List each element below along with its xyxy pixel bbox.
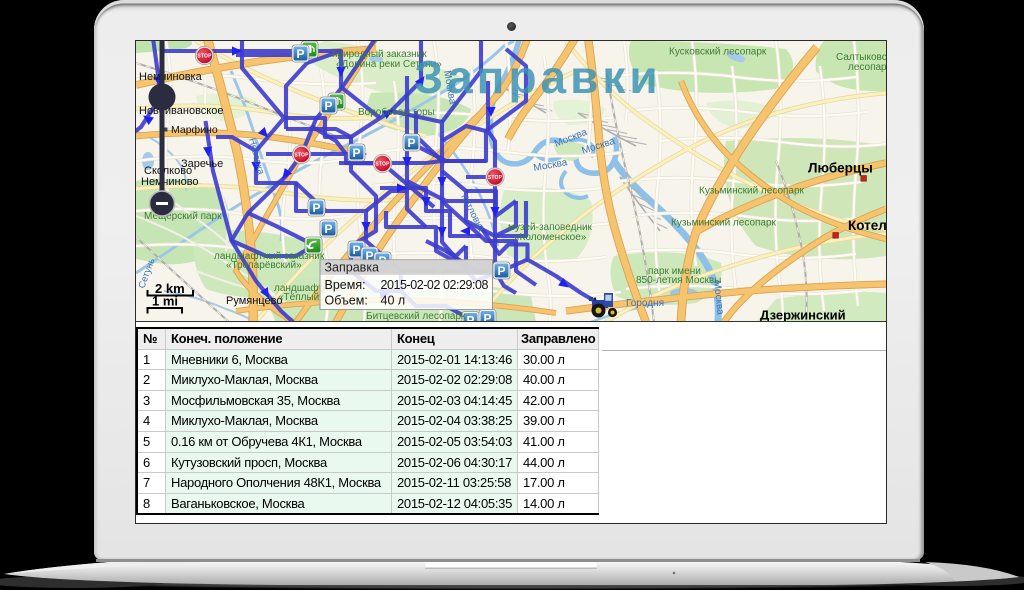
svg-text:1 mi: 1 mi [152, 294, 178, 309]
svg-text:P: P [324, 99, 332, 113]
svg-text:Объем:: Объем: [325, 294, 368, 308]
svg-text:«Тропарёвский»: «Тропарёвский» [226, 260, 302, 271]
svg-text:Кузьминский лесопарк: Кузьминский лесопарк [699, 186, 805, 197]
svg-text:P: P [466, 314, 474, 323]
svg-text:Люберцы: Люберцы [808, 161, 873, 176]
svg-text:STOP: STOP [294, 153, 309, 159]
svg-text:Кузьминский лесопарк: Кузьминский лесопарк [671, 218, 777, 229]
svg-text:Заправки: Заправки [414, 51, 661, 103]
svg-text:Котельн: Котельн [848, 218, 886, 233]
svg-text:Городня: Городня [626, 298, 664, 309]
svg-text:P: P [352, 146, 360, 160]
svg-text:P: P [296, 47, 304, 61]
svg-text:STOP: STOP [197, 54, 212, 60]
svg-text:40 л: 40 л [381, 294, 406, 308]
svg-text:Заправка: Заправка [325, 261, 380, 275]
svg-text:Немчиново: Немчиново [141, 176, 199, 188]
svg-text:Кусковский лесопарк: Кусковский лесопарк [669, 47, 767, 58]
svg-text:Марфино: Марфино [171, 124, 218, 136]
svg-text:STOP: STOP [488, 175, 503, 181]
svg-text:2015-02-02 02:29:08: 2015-02-02 02:29:08 [381, 278, 489, 292]
svg-text:Воробьёвы горы: Воробьёвы горы [358, 106, 435, 118]
svg-text:P: P [497, 264, 505, 278]
svg-text:Битцевский лесопарк: Битцевский лесопарк [366, 311, 466, 322]
svg-text:Немчиновка: Немчиновка [139, 71, 203, 83]
svg-text:850-летия Москвы: 850-летия Москвы [636, 275, 721, 286]
svg-text:«Коломенское»: «Коломенское» [514, 232, 587, 243]
svg-text:STOP: STOP [375, 162, 390, 168]
svg-text:«Тёплый: «Тёплый [278, 292, 319, 303]
svg-text:P: P [352, 243, 360, 257]
svg-text:P: P [407, 136, 415, 150]
svg-text:P: P [312, 201, 320, 215]
svg-text:Румянцево: Румянцево [226, 295, 282, 307]
svg-text:Дзержинский: Дзержинский [760, 308, 846, 323]
svg-text:P: P [324, 222, 332, 236]
svg-text:Время:: Время: [325, 278, 366, 292]
svg-text:P: P [483, 312, 491, 323]
svg-text:Новоивановское: Новоивановское [139, 105, 223, 117]
svg-text:лесопар: лесопар [848, 62, 886, 73]
